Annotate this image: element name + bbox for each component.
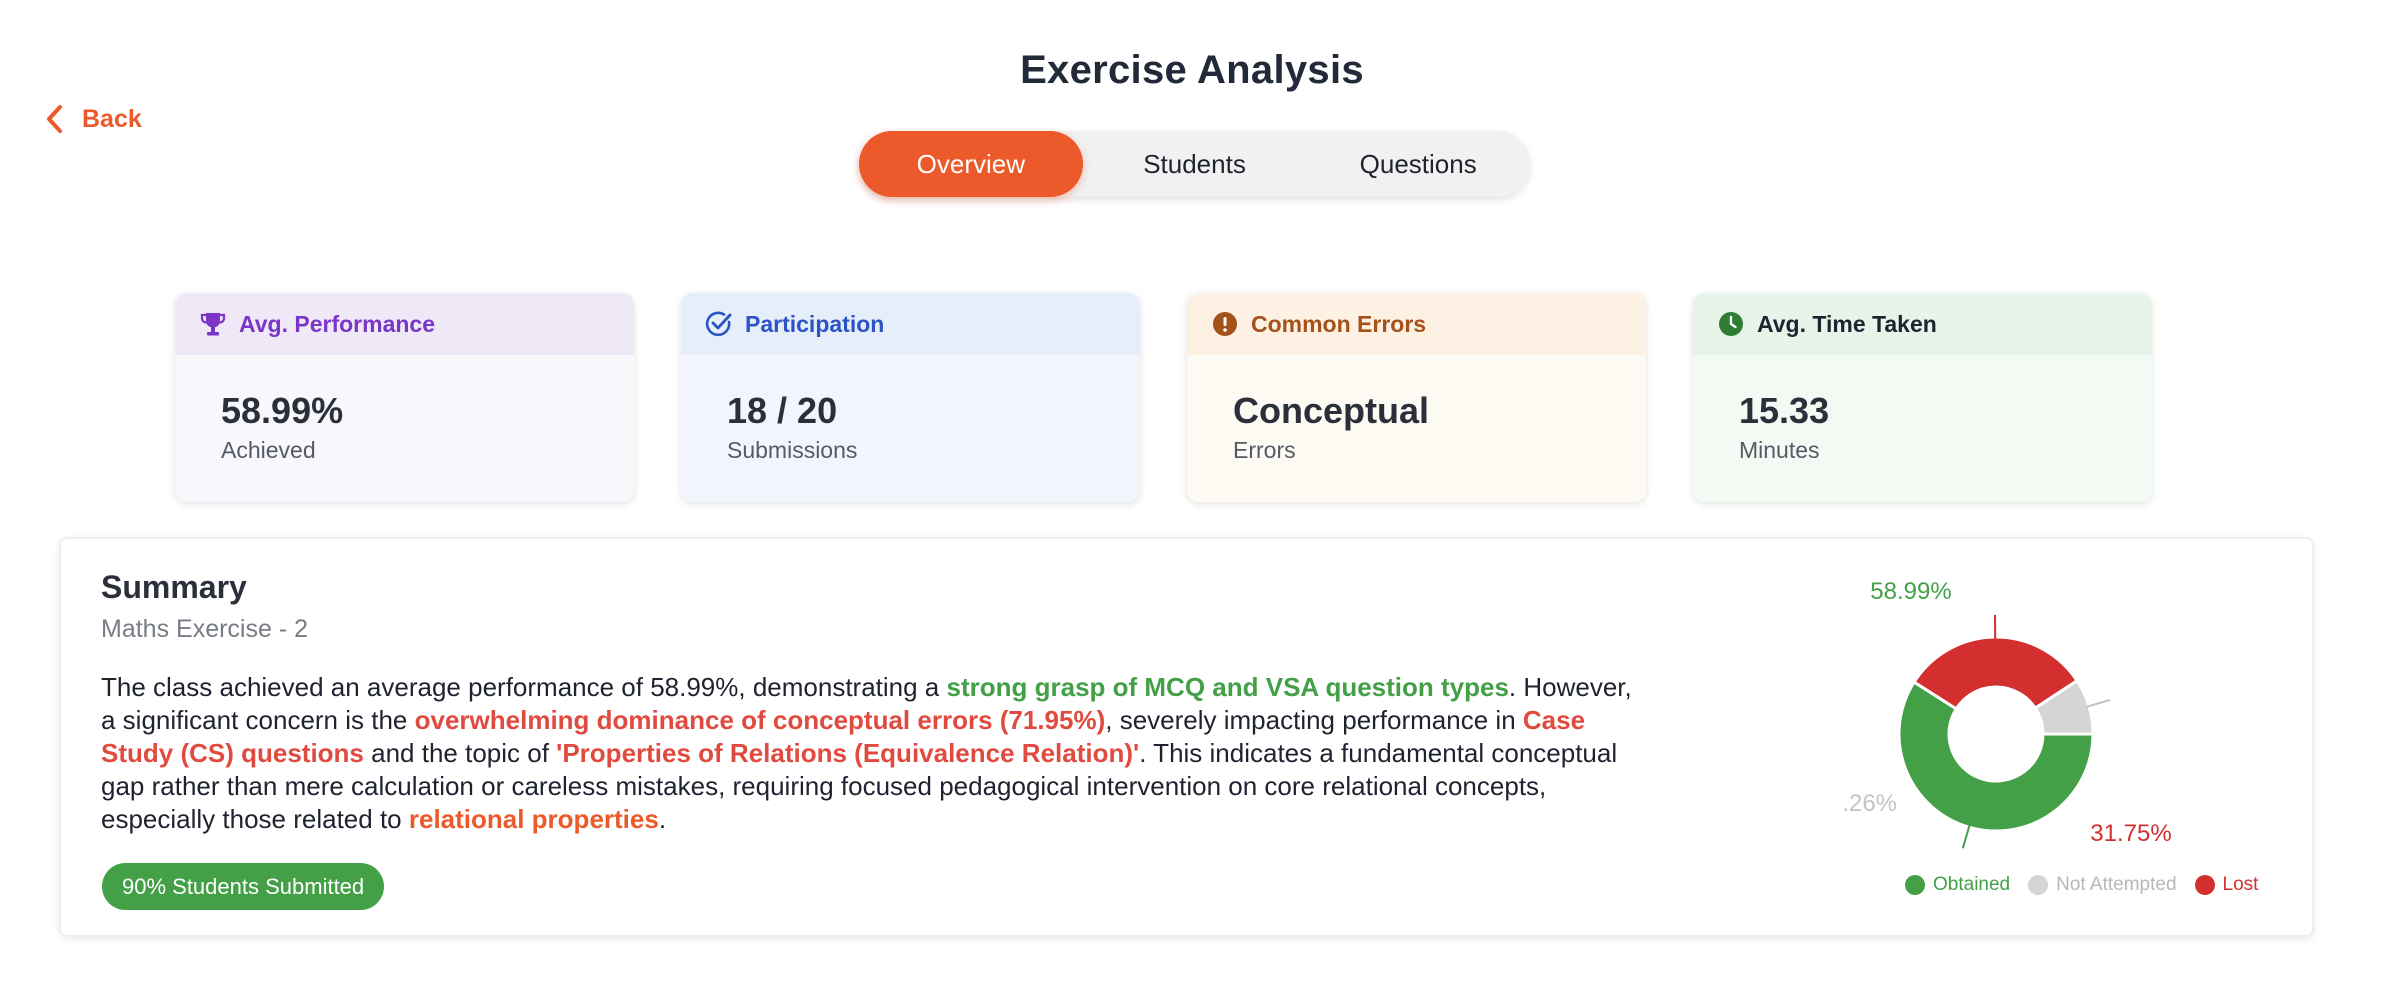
summary-text: The class achieved an average performanc… — [101, 671, 1641, 836]
chevron-left-icon — [47, 105, 62, 133]
tab-students[interactable]: Students — [1083, 131, 1307, 197]
performance-donut-chart: 58.99% 31.75% 9.26% Obtained Not Attempted… — [1841, 549, 2291, 929]
card-title: Avg. Performance — [239, 310, 435, 337]
card-body: 18 / 20 Submissions — [681, 355, 1140, 464]
card-common-errors: Common Errors Conceptual Errors — [1187, 293, 1646, 502]
legend-item-not-attempted[interactable]: Not Attempted — [2028, 874, 2177, 896]
legend-swatch — [2028, 875, 2049, 895]
clock-icon — [1717, 310, 1745, 338]
summary-text-part: The class achieved an average performanc… — [101, 672, 947, 702]
page-title: Exercise Analysis — [1020, 48, 1364, 92]
card-body: Conceptual Errors — [1187, 355, 1646, 464]
highlight-strength: strong grasp of MCQ and VSA question typ… — [946, 672, 1509, 702]
stat-cards: Avg. Performance 58.99% Achieved Partici… — [175, 293, 2152, 502]
card-header: Avg. Performance — [175, 293, 634, 355]
card-title: Common Errors — [1251, 310, 1427, 337]
tab-questions[interactable]: Questions — [1306, 131, 1530, 197]
legend-label: Not Attempted — [2056, 874, 2177, 895]
leader-line — [1961, 824, 1971, 849]
data-label-lost: 31.75% — [2090, 820, 2171, 847]
tab-bar: Overview Students Questions — [859, 131, 1530, 197]
highlight-topic: 'Properties of Relations (Equivalence Re… — [556, 738, 1140, 768]
card-value: 58.99% — [221, 390, 344, 431]
legend-swatch — [2194, 875, 2215, 895]
legend-swatch — [1905, 875, 1925, 895]
exclamation-circle-icon — [1211, 310, 1239, 338]
card-body: 15.33 Minutes — [1693, 355, 2152, 464]
check-circle-icon — [705, 310, 733, 338]
card-subtitle: Achieved — [221, 436, 316, 463]
donut-chart-svg: 58.99% 31.75% 9.26% — [1841, 578, 2172, 849]
card-title: Avg. Time Taken — [1757, 310, 1937, 337]
back-button[interactable]: Back — [44, 104, 142, 134]
trophy-icon — [199, 310, 227, 338]
card-subtitle: Minutes — [1739, 436, 1820, 463]
card-body: 58.99% Achieved — [175, 355, 634, 464]
summary-text-part: , severely impacting performance in — [1105, 705, 1523, 735]
summary-text-part: . — [658, 804, 667, 834]
card-subtitle: Errors — [1233, 436, 1296, 463]
summary-panel: Summary Maths Exercise - 2 The class ach… — [59, 537, 2314, 937]
card-subtitle: Submissions — [727, 436, 858, 463]
card-participation: Participation 18 / 20 Submissions — [681, 293, 1140, 502]
tab-overview[interactable]: Overview — [859, 131, 1083, 197]
card-header: Avg. Time Taken — [1693, 293, 2152, 355]
chart-legend: Obtained Not Attempted Lost — [1905, 874, 2258, 896]
submission-badge: 90% Students Submitted — [102, 863, 385, 910]
leader-line — [2086, 698, 2111, 708]
legend-item-obtained[interactable]: Obtained — [1905, 874, 2010, 896]
data-label-obtained: 58.99% — [1870, 578, 1951, 605]
summary-title: Summary — [101, 569, 247, 605]
summary-subtitle: Maths Exercise - 2 — [101, 615, 309, 643]
card-avg-performance: Avg. Performance 58.99% Achieved — [175, 293, 634, 502]
card-title: Participation — [745, 310, 885, 337]
card-value: Conceptual — [1233, 390, 1430, 431]
legend-label: Lost — [2222, 874, 2259, 895]
card-value: 15.33 — [1739, 390, 1830, 431]
card-header: Common Errors — [1187, 293, 1646, 355]
back-label: Back — [82, 104, 142, 133]
data-label-not-attempted: 9.26% — [1841, 790, 1897, 817]
highlight-concern: overwhelming dominance of conceptual err… — [414, 705, 1106, 735]
card-header: Participation — [681, 293, 1140, 355]
highlight-focus: relational properties — [408, 804, 659, 834]
card-avg-time: Avg. Time Taken 15.33 Minutes — [1693, 293, 2152, 502]
card-value: 18 / 20 — [727, 390, 838, 431]
summary-text-part: and the topic of — [363, 738, 557, 768]
legend-label: Obtained — [1933, 874, 2011, 895]
legend-item-lost[interactable]: Lost — [2194, 874, 2259, 896]
